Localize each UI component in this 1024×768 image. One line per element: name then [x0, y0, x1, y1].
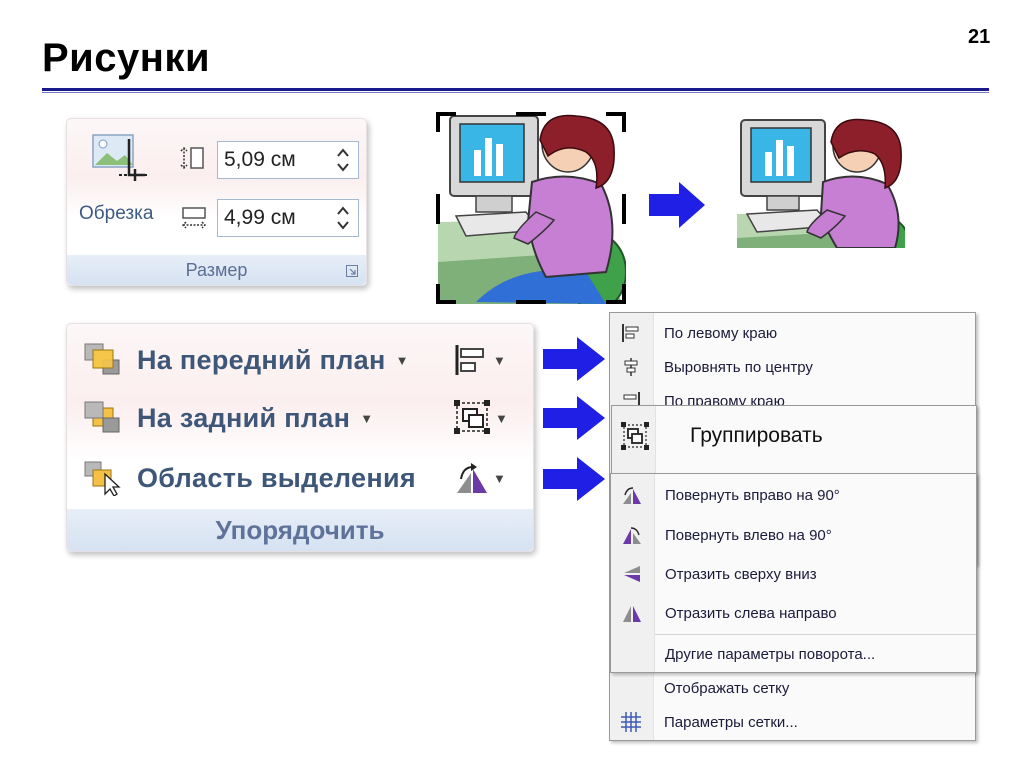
rotate-left-icon [623, 527, 641, 544]
dialog-launcher-icon[interactable] [346, 265, 358, 277]
crop-icon[interactable] [89, 131, 149, 183]
arrow-right-icon [543, 457, 605, 501]
slide-number: 21 [968, 26, 991, 48]
arrange-group-footer: Упорядочить [67, 509, 533, 551]
chevron-down-icon[interactable]: ▼ [493, 471, 506, 486]
menu-item-align-center[interactable]: Выровнять по центру [610, 350, 975, 384]
menu-item-group[interactable]: Группировать [612, 414, 976, 458]
menu-item-label: Отразить сверху вниз [665, 565, 817, 583]
send-backward-label: На задний план [137, 402, 351, 433]
menu-item-label: Повернуть влево на 90° [665, 526, 832, 544]
arrange-group-label: Упорядочить [215, 515, 385, 545]
bring-forward-button[interactable]: На передний план ▼ [83, 338, 408, 382]
menu-item-label: Параметры сетки... [664, 713, 798, 731]
height-icon [180, 146, 204, 170]
send-backward-icon [84, 401, 120, 433]
menu-item-label: Повернуть вправо на 90° [665, 486, 840, 504]
group-button[interactable]: ▼ [453, 398, 515, 438]
arrow-right-icon [543, 337, 605, 381]
height-value: 5,09 см [224, 148, 296, 171]
selection-pane-icon [84, 461, 121, 496]
send-backward-button[interactable]: На задний план ▼ [83, 396, 373, 440]
arrange-ribbon-group: На передний план ▼ На задний план ▼ Обла… [66, 323, 534, 552]
selection-pane-button[interactable]: Область выделения [83, 456, 416, 500]
size-group-label: Размер [185, 260, 248, 280]
width-input[interactable]: 4,99 см [217, 199, 359, 237]
chevron-down-icon[interactable]: ▼ [493, 353, 506, 368]
slide-title: Рисунки [42, 36, 211, 80]
menu-item-label: Выровнять по центру [664, 358, 813, 376]
menu-item-flip-vertical[interactable]: Отразить сверху вниз [611, 557, 976, 591]
rotate-icon [457, 463, 487, 493]
height-input[interactable]: 5,09 см [217, 141, 359, 179]
menu-item-label: Группировать [690, 424, 823, 447]
group-icon [621, 422, 649, 450]
width-value: 4,99 см [224, 206, 296, 229]
title-rule [42, 88, 989, 93]
menu-item-rotate-left[interactable]: Повернуть влево на 90° [611, 518, 976, 552]
spin-arrows-icon[interactable] [336, 204, 350, 232]
crop-button-label[interactable]: Обрезка [79, 203, 153, 225]
menu-item-rotate-right[interactable]: Повернуть вправо на 90° [611, 478, 976, 512]
size-ribbon-group: Обрезка 5,09 см 4,99 см Размер [66, 118, 367, 286]
align-center-icon [624, 358, 638, 376]
bring-forward-icon [84, 343, 120, 375]
flip-horizontal-icon [623, 606, 641, 622]
chevron-down-icon[interactable]: ▼ [495, 411, 508, 426]
arrow-right-icon [649, 182, 705, 228]
group-icon [454, 400, 490, 434]
align-button[interactable]: ▼ [453, 340, 515, 380]
menu-item-label: Отразить слева направо [665, 604, 837, 622]
align-left-icon [622, 324, 639, 342]
bring-forward-label: На передний план [137, 344, 386, 375]
grid-icon [621, 712, 641, 732]
rotate-menu: Повернуть вправо на 90° Повернуть влево … [610, 473, 977, 673]
menu-item-more-rotation[interactable]: Другие параметры поворота... [611, 637, 976, 671]
original-picture [436, 112, 626, 304]
menu-item-show-grid[interactable]: Отображать сетку [610, 671, 975, 705]
menu-item-label: Отображать сетку [664, 679, 790, 697]
menu-item-align-left[interactable]: По левому краю [610, 316, 975, 350]
menu-item-flip-horizontal[interactable]: Отразить слева направо [611, 596, 976, 630]
arrow-right-icon [543, 396, 605, 440]
chevron-down-icon[interactable]: ▼ [396, 353, 409, 368]
flip-vertical-icon [624, 566, 640, 582]
menu-item-label: Другие параметры поворота... [665, 645, 876, 663]
spin-arrows-icon[interactable] [336, 146, 350, 174]
menu-item-label: По левому краю [664, 324, 778, 342]
width-icon [181, 207, 207, 229]
selection-pane-label: Область выделения [137, 462, 416, 493]
size-group-footer: Размер [67, 255, 366, 285]
rotate-button[interactable]: ▼ [453, 458, 515, 498]
rotate-right-icon [623, 487, 641, 504]
chevron-down-icon[interactable]: ▼ [360, 411, 373, 426]
align-icon [455, 345, 484, 375]
cropped-picture [737, 118, 905, 248]
menu-separator [655, 634, 976, 635]
menu-item-grid-settings[interactable]: Параметры сетки... [610, 705, 975, 739]
